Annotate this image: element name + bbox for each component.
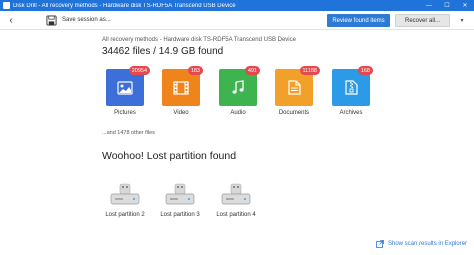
category-tile-video[interactable]: 183 bbox=[162, 66, 203, 106]
maximize-button[interactable]: ☐ bbox=[438, 0, 456, 11]
film-icon bbox=[173, 80, 189, 95]
count-badge: 491 bbox=[244, 66, 260, 75]
lost-partition-heading: Woohoo! Lost partition found bbox=[102, 150, 237, 162]
category-tile-pictures[interactable]: 20954 bbox=[106, 66, 150, 106]
external-link-icon bbox=[376, 240, 384, 248]
category-label: Video bbox=[173, 110, 189, 116]
count-badge: 11188 bbox=[299, 66, 320, 75]
window-title: Disk Drill - All recovery methods - Hard… bbox=[13, 2, 236, 9]
drive-icon bbox=[165, 183, 195, 205]
category-tile-documents[interactable]: 11188 bbox=[275, 66, 320, 106]
lost-partition-item[interactable]: Lost partition 4 bbox=[208, 178, 264, 222]
drive-icon bbox=[110, 183, 140, 205]
category-label: Archives bbox=[339, 110, 363, 116]
category-label: Documents bbox=[278, 110, 310, 116]
partition-label: Lost partition 3 bbox=[160, 212, 200, 218]
picture-icon bbox=[117, 80, 133, 95]
drive-icon bbox=[221, 183, 251, 205]
count-badge: 168 bbox=[357, 66, 373, 75]
music-icon bbox=[232, 80, 244, 94]
partition-label: Lost partition 2 bbox=[105, 212, 145, 218]
recover-all-button[interactable]: Recover all... bbox=[395, 14, 450, 27]
lost-partition-item[interactable]: Lost partition 2 bbox=[97, 178, 153, 222]
partition-label: Lost partition 4 bbox=[216, 212, 256, 218]
category-label: Pictures bbox=[114, 110, 136, 116]
show-in-explorer-label[interactable]: Show scan results in Explorer bbox=[388, 241, 467, 247]
toolbar: ‹ Save session as... Review found items … bbox=[0, 11, 474, 30]
save-icon[interactable] bbox=[44, 13, 58, 27]
category-tile-archives[interactable]: 168 bbox=[332, 66, 373, 106]
show-in-explorer-link[interactable]: Show scan results in Explorer bbox=[376, 240, 467, 248]
chevron-down-icon[interactable]: ▾ bbox=[455, 14, 469, 27]
other-files-text: ...and 1478 other files bbox=[102, 130, 155, 136]
archive-icon bbox=[344, 80, 358, 95]
save-session-button[interactable]: Save session as... bbox=[62, 17, 111, 23]
minimize-button[interactable]: — bbox=[420, 0, 438, 11]
count-badge: 183 bbox=[187, 66, 203, 75]
category-label: Audio bbox=[230, 110, 246, 116]
back-arrow-icon[interactable]: ‹ bbox=[3, 12, 19, 28]
disk-drill-app-icon bbox=[3, 2, 10, 9]
review-found-items-button[interactable]: Review found items bbox=[327, 14, 390, 27]
category-tile-audio[interactable]: 491 bbox=[219, 66, 260, 106]
scan-summary: 34462 files / 14.9 GB found bbox=[102, 46, 224, 57]
close-button[interactable]: ✕ bbox=[456, 0, 474, 11]
count-badge: 20954 bbox=[128, 66, 150, 75]
lost-partition-item[interactable]: Lost partition 3 bbox=[152, 178, 208, 222]
document-icon bbox=[287, 80, 301, 95]
breadcrumb: All recovery methods - Hardware disk TS-… bbox=[102, 37, 296, 43]
title-bar: Disk Drill - All recovery methods - Hard… bbox=[0, 0, 474, 11]
